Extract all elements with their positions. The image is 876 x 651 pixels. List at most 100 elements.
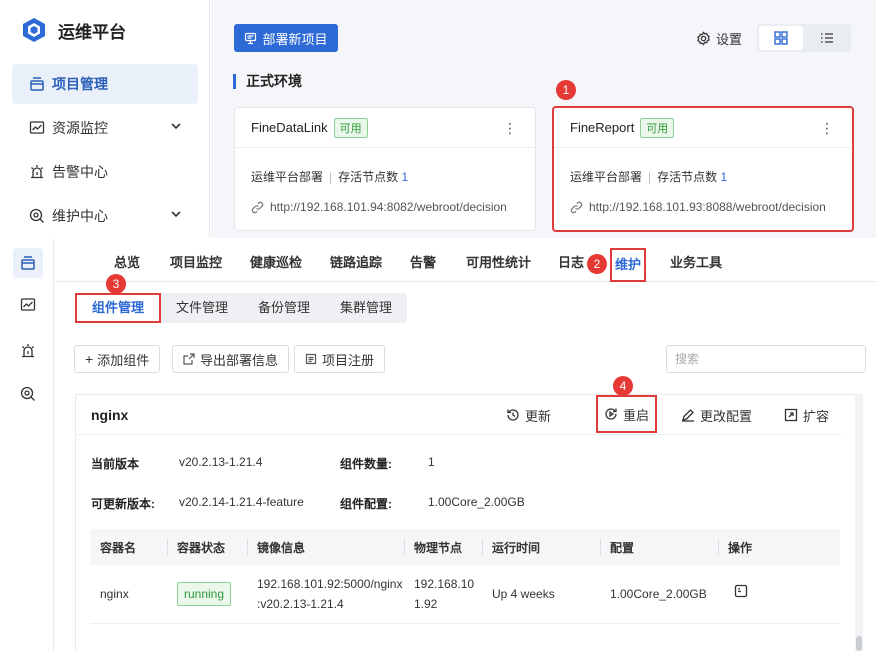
tab-trace[interactable]: 链路追踪 (330, 238, 382, 282)
node-line-2: 1.92 (414, 596, 438, 611)
tab-alarm[interactable]: 告警 (410, 238, 436, 282)
annotation-marker-2: 2 (587, 254, 607, 274)
subtab-components[interactable]: 组件管理 (75, 293, 162, 323)
sidebar-item-project[interactable]: 项目管理 (12, 64, 198, 104)
export-deploy-info-button[interactable]: 导出部署信息 (172, 345, 290, 373)
tab-availability[interactable]: 可用性统计 (466, 238, 531, 282)
cell-uptime: Up 4 weeks (482, 565, 600, 624)
nodes-label: 存活节点数 (657, 170, 718, 184)
component-panel: nginx 更新 重启 更改配置 扩容 当前版本 v20.2.13-1.21.4… (75, 394, 857, 651)
grid-view-button[interactable] (759, 26, 803, 50)
view-mode-toggle (757, 24, 851, 52)
status-badge: 可用 (640, 117, 675, 138)
col-container-name: 容器名 (90, 529, 167, 565)
col-image-info: 镜像信息 (247, 529, 404, 565)
cube-logo-icon (23, 18, 45, 42)
project-register-button[interactable]: 项目注册 (294, 345, 386, 373)
edit-config-button[interactable]: 更改配置 (681, 395, 752, 435)
table-row: nginx running 192.168.101.92:5000/nginx:… (90, 565, 840, 624)
subtab-backup[interactable]: 备份管理 (243, 293, 325, 323)
add-component-label: 添加组件 (97, 352, 150, 368)
link-icon (251, 201, 264, 213)
edit-config-label: 更改配置 (700, 408, 753, 424)
annotation-marker-4: 4 (613, 376, 633, 396)
tab-health-check[interactable]: 健康巡检 (250, 238, 302, 282)
project-card-finedatalink[interactable]: FineDataLink 可用 ⋮ 运维平台部署 | 存活节点数 1 http://… (234, 107, 536, 231)
restart-button[interactable]: 重启 (596, 395, 658, 433)
cell-config: 1.00Core_2.00GB (600, 565, 718, 624)
project-register-label: 项目注册 (322, 352, 375, 368)
settings-button[interactable]: 设置 (696, 29, 742, 48)
image-line-1: 192.168.101.92:5000/nginx (257, 576, 403, 591)
settings-label: 设置 (716, 32, 743, 47)
restart-icon (605, 408, 617, 420)
alarm-icon (22, 344, 34, 358)
project-name: FineDataLink (251, 120, 328, 135)
export-icon (183, 353, 195, 365)
sidebar-item-label: 告警中心 (52, 164, 108, 180)
current-version-label: 当前版本 (91, 457, 140, 471)
sidebar-item-maintenance[interactable]: 维护中心 (12, 196, 198, 236)
updatable-version-value: v20.2.14-1.21.4-feature (179, 495, 304, 509)
rail-alarm-button[interactable] (13, 336, 43, 366)
col-container-status: 容器状态 (167, 529, 247, 565)
app-logo[interactable]: 运维平台 (20, 14, 126, 46)
scrollbar-track[interactable] (855, 394, 863, 651)
card-url[interactable]: http://192.168.101.94:8082/webroot/decis… (251, 200, 507, 214)
more-vertical-icon[interactable]: ⋮ (820, 120, 834, 137)
sidebar-item-alarm[interactable]: 告警中心 (12, 152, 198, 192)
cell-image: 192.168.101.92:5000/nginx:v20.2.13-1.21.… (247, 565, 404, 624)
sidebar-item-label: 维护中心 (52, 208, 108, 224)
col-config: 配置 (600, 529, 718, 565)
sidebar-item-label: 资源监控 (52, 120, 108, 136)
search-input[interactable]: 搜索 (666, 345, 866, 373)
app-title: 运维平台 (58, 22, 126, 42)
cell-status: running (167, 565, 247, 624)
tab-business-tools[interactable]: 业务工具 (670, 238, 722, 282)
tab-project-monitor[interactable]: 项目监控 (170, 238, 222, 282)
scale-out-button[interactable]: 扩容 (784, 395, 829, 435)
project-card-finereport[interactable]: FineReport 可用 ⋮ 运维平台部署 | 存活节点数 1 http://19… (552, 106, 854, 232)
scrollbar-thumb[interactable] (856, 636, 862, 651)
deploy-project-button[interactable]: 部署新项目 (234, 24, 338, 52)
project-tabs: 总览 项目监控 健康巡检 链路追踪 告警 可用性统计 日志 维护 业务工具 (55, 238, 876, 282)
environment-title-text: 正式环境 (246, 73, 302, 89)
tab-maintenance[interactable]: 维护 (610, 248, 647, 282)
tab-log[interactable]: 日志 (558, 238, 584, 282)
nodes-count: 1 (401, 170, 409, 184)
project-url: http://192.168.101.93:8088/webroot/decis… (589, 200, 826, 214)
environment-title: 正式环境 (233, 71, 302, 91)
terminal-button[interactable] (734, 584, 748, 598)
subtab-files[interactable]: 文件管理 (161, 293, 243, 323)
collapsed-sidebar (0, 238, 54, 651)
project-url: http://192.168.101.94:8082/webroot/decis… (270, 200, 507, 214)
more-vertical-icon[interactable]: ⋮ (503, 120, 517, 137)
update-button[interactable]: 更新 (506, 395, 551, 435)
sidebar: 运维平台 项目管理 资源监控 告警中心 维护中心 (0, 0, 210, 238)
card-url[interactable]: http://192.168.101.93:8088/webroot/decis… (570, 200, 826, 214)
col-physical-node: 物理节点 (404, 529, 482, 565)
project-detail: 总览 项目监控 健康巡检 链路追踪 告警 可用性统计 日志 维护 业务工具 2 … (55, 238, 876, 651)
cell-container: nginx (90, 565, 167, 624)
project-icon (28, 75, 46, 93)
card-info: 运维平台部署 | 存活节点数 1 (251, 170, 409, 184)
scale-out-label: 扩容 (803, 408, 830, 424)
rail-maintenance-button[interactable] (13, 379, 43, 409)
annotation-marker-3: 3 (106, 274, 126, 294)
col-uptime: 运行时间 (482, 529, 600, 565)
maintenance-icon (20, 386, 35, 401)
rail-monitor-button[interactable] (13, 290, 43, 320)
subtab-cluster[interactable]: 集群管理 (325, 293, 407, 323)
card-header: FineDataLink 可用 (235, 108, 535, 148)
rail-project-button[interactable] (13, 248, 43, 278)
list-view-button[interactable] (805, 26, 849, 50)
sub-tabs: 组件管理 文件管理 备份管理 集群管理 (75, 293, 408, 323)
add-component-button[interactable]: + 添加组件 (74, 345, 161, 373)
current-version-value: v20.2.13-1.21.4 (179, 455, 263, 469)
updatable-version-label: 可更新版本: (91, 497, 155, 511)
annotation-marker-1: 1 (556, 80, 576, 100)
deploy-type: 运维平台部署 (251, 170, 324, 184)
project-name: FineReport (570, 120, 635, 135)
alarm-icon (28, 163, 46, 181)
sidebar-item-monitor[interactable]: 资源监控 (12, 108, 198, 148)
